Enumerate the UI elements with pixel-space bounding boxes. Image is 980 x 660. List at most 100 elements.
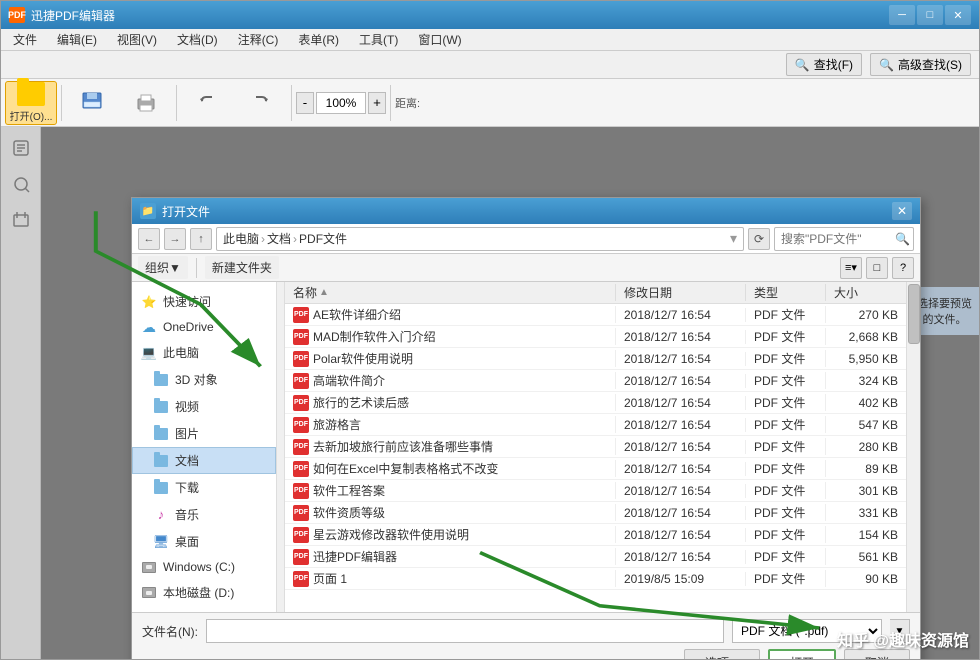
menu-file[interactable]: 文件 (5, 29, 45, 50)
undo-button[interactable] (181, 81, 233, 125)
desktop-icon: 🖥 (153, 535, 169, 549)
nav-downloads[interactable]: 下载 (132, 474, 276, 501)
save-button[interactable] (66, 81, 118, 125)
dialog-close-button[interactable]: ✕ (892, 202, 912, 220)
file-row[interactable]: PDF 如何在Excel中复制表格格式不改变 2018/12/7 16:54 P… (285, 458, 906, 480)
redo-icon (247, 91, 275, 115)
addr-dropdown-arrow[interactable]: ▾ (730, 230, 737, 247)
pdf-icon: PDF (293, 571, 309, 587)
view-options-button[interactable]: ≡▾ (840, 257, 862, 279)
zoom-in-button[interactable]: + (368, 92, 386, 114)
file-row[interactable]: PDF 软件资质等级 2018/12/7 16:54 PDF 文件 331 KB (285, 502, 906, 524)
windows-c-icon (141, 560, 157, 574)
window-controls: ─ □ ✕ (889, 5, 971, 25)
file-name: Polar软件使用说明 (313, 350, 413, 367)
new-folder-button[interactable]: 新建文件夹 (205, 256, 279, 279)
minimize-button[interactable]: ─ (889, 5, 915, 25)
filelist-scrollbar[interactable] (906, 282, 920, 612)
file-type: PDF 文件 (746, 372, 826, 389)
col-name-sort-icon: ▲ (319, 287, 329, 298)
file-row[interactable]: PDF AE软件详细介绍 2018/12/7 16:54 PDF 文件 270 … (285, 304, 906, 326)
col-header-name[interactable]: 名称 ▲ (285, 284, 616, 301)
addr-forward-button[interactable]: → (164, 228, 186, 250)
nav-windows-c[interactable]: Windows (C:) (132, 555, 276, 579)
print-button[interactable] (120, 81, 172, 125)
nav-music[interactable]: ♪ 音乐 (132, 501, 276, 528)
organize-button[interactable]: 组织▼ (138, 256, 188, 279)
advanced-find-button[interactable]: 🔍 高级查找(S) (870, 53, 971, 76)
find-button[interactable]: 🔍 查找(F) (786, 53, 862, 76)
addr-path-part2[interactable]: 文档 (267, 230, 291, 247)
menu-form[interactable]: 表单(R) (290, 29, 347, 50)
filename-input[interactable] (206, 619, 724, 643)
nav-videos[interactable]: 视频 (132, 393, 276, 420)
redo-button[interactable] (235, 81, 287, 125)
file-row[interactable]: PDF 旅行的艺术读后感 2018/12/7 16:54 PDF 文件 402 … (285, 392, 906, 414)
file-row[interactable]: PDF MAD制作软件入门介绍 2018/12/7 16:54 PDF 文件 2… (285, 326, 906, 348)
help-button[interactable]: ? (892, 257, 914, 279)
menu-edit[interactable]: 编辑(E) (49, 29, 105, 50)
col-header-size[interactable]: 大小 (826, 284, 906, 301)
file-name: 软件资质等级 (313, 504, 385, 521)
nav-onedrive[interactable]: ☁ OneDrive (132, 315, 276, 339)
file-row[interactable]: PDF 高端软件简介 2018/12/7 16:54 PDF 文件 324 KB (285, 370, 906, 392)
file-row[interactable]: PDF 星云游戏修改器软件使用说明 2018/12/7 16:54 PDF 文件… (285, 524, 906, 546)
addr-search-input[interactable] (774, 227, 914, 251)
file-name: 旅行的艺术读后感 (313, 394, 409, 411)
file-row[interactable]: PDF 页面 1 2019/8/5 15:09 PDF 文件 90 KB (285, 568, 906, 590)
menu-annotate[interactable]: 注释(C) (230, 29, 287, 50)
file-row[interactable]: PDF 去新加坡旅行前应该准备哪些事情 2018/12/7 16:54 PDF … (285, 436, 906, 458)
view-new-button[interactable]: □ (866, 257, 888, 279)
addr-search-icon: 🔍 (895, 232, 910, 246)
nav-panel: ⭐ 快速访问 ☁ OneDrive 💻 此电脑 (132, 282, 285, 612)
search-bar: 🔍 查找(F) 🔍 高级查找(S) (1, 51, 979, 79)
file-type: PDF 文件 (746, 328, 826, 345)
col-header-date[interactable]: 修改日期 (616, 284, 746, 301)
menu-tools[interactable]: 工具(T) (351, 29, 406, 50)
nav-desktop[interactable]: 🖥 桌面 (132, 528, 276, 555)
file-row[interactable]: PDF 旅游格言 2018/12/7 16:54 PDF 文件 547 KB (285, 414, 906, 436)
3d-objects-icon (153, 373, 169, 387)
file-row[interactable]: PDF 迅捷PDF编辑器 2018/12/7 16:54 PDF 文件 561 … (285, 546, 906, 568)
zoom-input[interactable] (316, 92, 366, 114)
addr-path-part3[interactable]: PDF文件 (299, 230, 347, 247)
nav-pictures[interactable]: 图片 (132, 420, 276, 447)
pdf-icon: PDF (293, 373, 309, 389)
file-name: AE软件详细介绍 (313, 306, 401, 323)
addr-refresh-button[interactable]: ⟳ (748, 228, 770, 250)
file-date: 2018/12/7 16:54 (616, 374, 746, 388)
local-d-icon (141, 586, 157, 600)
addr-up-button[interactable]: ↑ (190, 228, 212, 250)
menu-window[interactable]: 窗口(W) (410, 29, 469, 50)
pdf-icon: PDF (293, 329, 309, 345)
menu-view[interactable]: 视图(V) (109, 29, 165, 50)
file-name: 页面 1 (313, 570, 347, 587)
zoom-out-button[interactable]: - (296, 92, 314, 114)
addr-back-button[interactable]: ← (138, 228, 160, 250)
nav-documents[interactable]: 文档 (132, 447, 276, 474)
cancel-button[interactable]: 取消 (844, 649, 910, 659)
nav-quick-access[interactable]: ⭐ 快速访问 (132, 288, 276, 315)
open-button[interactable]: 打开(O)... (5, 81, 57, 125)
file-row[interactable]: PDF Polar软件使用说明 2018/12/7 16:54 PDF 文件 5… (285, 348, 906, 370)
open-file-button[interactable]: 打开 (768, 649, 836, 659)
dialog-toolbar-right: ≡▾ □ ? (840, 257, 914, 279)
file-date: 2018/12/7 16:54 (616, 330, 746, 344)
filetype-select[interactable]: PDF 文档 (*.pdf) (732, 619, 882, 643)
maximize-button[interactable]: □ (917, 5, 943, 25)
col-header-type[interactable]: 类型 (746, 284, 826, 301)
close-button[interactable]: ✕ (945, 5, 971, 25)
app-window: PDF 迅捷PDF编辑器 ─ □ ✕ 文件 编辑(E) 视图(V) 文档(D) … (0, 0, 980, 660)
nav-local-d[interactable]: 本地磁盘 (D:) (132, 579, 276, 606)
nav-this-pc[interactable]: 💻 此电脑 (132, 339, 276, 366)
nav-scrollbar[interactable] (277, 282, 285, 612)
filetype-dropdown-button[interactable]: ▼ (890, 619, 910, 643)
nav-documents-label: 文档 (175, 452, 199, 469)
addr-path-part1[interactable]: 此电脑 (223, 230, 259, 247)
menu-doc[interactable]: 文档(D) (169, 29, 226, 50)
addr-sep2: › (293, 232, 297, 246)
nav-3d-objects[interactable]: 3D 对象 (132, 366, 276, 393)
file-row[interactable]: PDF 软件工程答案 2018/12/7 16:54 PDF 文件 301 KB (285, 480, 906, 502)
options-button[interactable]: 选项... (684, 649, 760, 659)
toolbar-separator-3 (291, 85, 292, 121)
